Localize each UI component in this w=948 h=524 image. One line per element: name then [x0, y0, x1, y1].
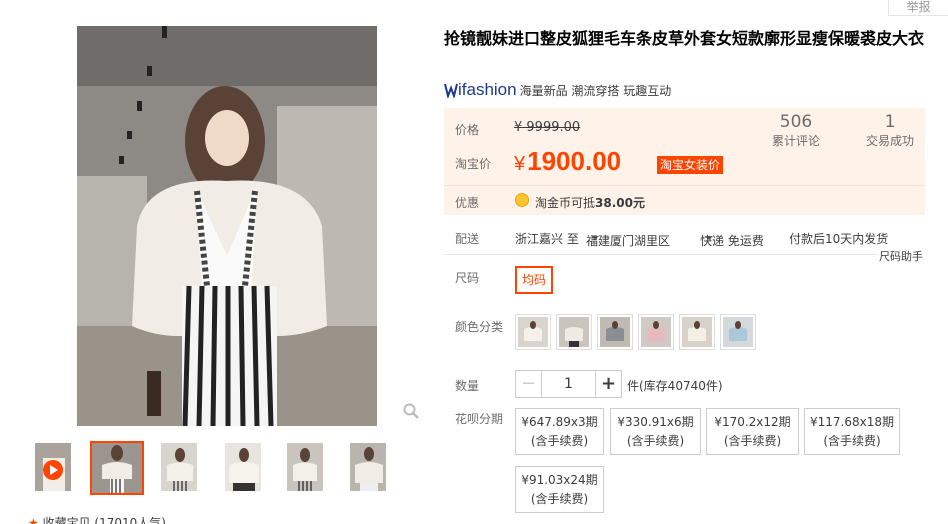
quantity-plus-button[interactable]: +	[595, 370, 622, 398]
favorite-link[interactable]: ★ 收藏宝贝 (17010人气)	[28, 514, 166, 524]
product-title: 抢镜靓妹进口整皮狐狸毛车条皮草外套女短款廓形显瘦保暖裘皮大衣	[444, 29, 925, 48]
thumbnail-side[interactable]	[160, 442, 198, 492]
main-product-photo[interactable]	[77, 26, 377, 426]
thumbnail-pose[interactable]	[286, 442, 324, 492]
color-option-5[interactable]	[679, 314, 715, 350]
report-link[interactable]: 举报	[888, 0, 948, 16]
thumbnail-strip	[34, 441, 434, 496]
delivery-method[interactable]: 快递 免运费	[700, 230, 764, 248]
color-label: 颜色分类	[455, 320, 504, 334]
cur-price-label: 淘宝价	[455, 157, 492, 171]
current-price: ¥1900.00	[514, 146, 622, 176]
ifashion-logo[interactable]: ifashion	[444, 80, 517, 100]
taojinbi-coin-icon	[515, 193, 529, 207]
star-icon: ★	[28, 516, 39, 524]
promo-text: 淘金币可抵38.00元	[535, 196, 645, 210]
quantity-label: 数量	[455, 379, 480, 393]
brand-row: ifashion 海量新品 潮流穿搭 玩趣互动	[444, 80, 671, 100]
sales-stat: 1 交易成功	[865, 112, 915, 149]
color-option-6[interactable]	[720, 314, 756, 350]
reviews-stat[interactable]: 506 累计评论	[771, 112, 821, 149]
installment-3[interactable]: ¥647.89x3期 (含手续费)	[515, 408, 604, 455]
installment-6[interactable]: ¥330.91x6期 (含手续费)	[610, 408, 701, 455]
size-helper-link[interactable]: 尺码助手	[877, 248, 925, 264]
thumbnail-main[interactable]	[90, 441, 144, 495]
promo-label: 优惠	[455, 196, 480, 210]
thumbnail-video[interactable]	[34, 442, 72, 492]
quantity-minus-button[interactable]: −	[515, 370, 542, 398]
thumbnail-mirror[interactable]	[224, 442, 262, 492]
installment-18[interactable]: ¥117.68x18期 (含手续费)	[804, 408, 900, 455]
color-option-3[interactable]	[597, 314, 633, 350]
delivery-row: 配送 浙江嘉兴 至 福建厦门湖里区 快递 免运费 付款后10天内发货	[444, 228, 925, 250]
ifashion-mark-icon	[444, 83, 458, 98]
zoom-icon[interactable]	[403, 403, 419, 419]
installment-24[interactable]: ¥91.03x24期 (含手续费)	[515, 466, 604, 513]
delivery-divider	[444, 254, 922, 255]
quantity-input[interactable]: 1	[541, 370, 596, 398]
color-option-4[interactable]	[638, 314, 674, 350]
stock-text: 件(库存40740件)	[627, 379, 723, 393]
reviews-label: 累计评论	[771, 134, 820, 148]
delivery-from: 浙江嘉兴 至	[515, 232, 579, 246]
delivery-label: 配送	[455, 232, 480, 246]
sales-count: 1	[884, 112, 896, 132]
color-option-1[interactable]	[515, 314, 551, 350]
favorite-label: 收藏宝贝 (17010人气)	[42, 516, 166, 524]
price-divider	[444, 185, 925, 186]
orig-price: ¥ 9999.00	[514, 120, 581, 135]
sales-label: 交易成功	[865, 134, 914, 148]
reviews-count: 506	[779, 112, 813, 132]
delivery-destination[interactable]: 福建厦门湖里区	[586, 230, 670, 248]
installment-12[interactable]: ¥170.2x12期 (含手续费)	[706, 408, 799, 455]
product-photo-illustration	[77, 26, 377, 426]
ship-time: 付款后10天内发货	[789, 232, 889, 246]
size-label: 尺码	[455, 271, 480, 285]
installment-label: 花呗分期	[455, 412, 504, 426]
color-option-2[interactable]	[556, 314, 592, 350]
orig-price-label: 价格	[455, 123, 480, 137]
brand-tags: 海量新品 潮流穿搭 玩趣互动	[519, 83, 672, 98]
price-tag-badge: 淘宝女装价	[657, 156, 724, 174]
price-box: 价格 ¥ 9999.00 淘宝价 ¥1900.00 淘宝女装价 506 累计评论…	[444, 108, 925, 215]
size-option-selected[interactable]: 均码	[515, 266, 553, 294]
thumbnail-coat[interactable]	[349, 442, 387, 492]
